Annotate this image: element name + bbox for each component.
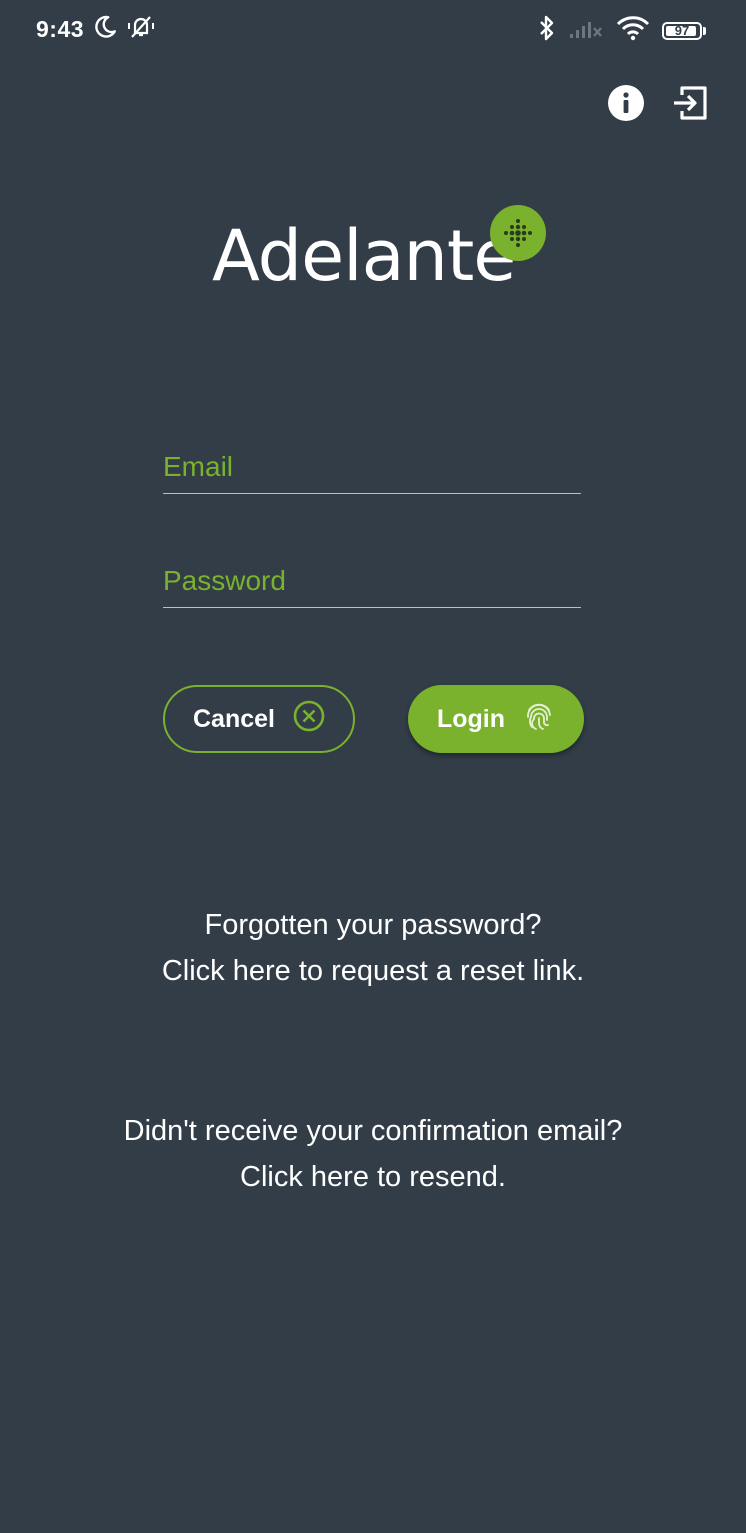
battery-level: 97	[674, 23, 690, 38]
login-button-label: Login	[436, 704, 506, 733]
reset-link[interactable]: Click here to request a reset link.	[0, 948, 746, 994]
status-right: 97	[538, 14, 706, 47]
battery-icon: 97	[662, 21, 706, 40]
fingerprint-icon	[523, 700, 555, 739]
email-field-container	[163, 443, 581, 494]
status-time: 9:43	[36, 16, 85, 42]
bell-off-icon	[126, 14, 156, 45]
logo-mark-icon	[490, 205, 546, 261]
status-left: 9:43	[36, 14, 156, 45]
signal-icon	[568, 17, 604, 44]
app-logo: Adelante	[212, 205, 552, 297]
forgot-password-question[interactable]: Forgotten your password?	[0, 902, 746, 948]
logo-text: Adelante	[212, 215, 516, 297]
top-actions	[606, 83, 710, 123]
forgot-password-block: Forgotten your password? Click here to r…	[0, 902, 746, 994]
close-circle-icon	[293, 700, 325, 739]
resend-question[interactable]: Didn't receive your confirmation email?	[0, 1108, 746, 1154]
resend-link[interactable]: Click here to resend.	[0, 1154, 746, 1200]
bluetooth-icon	[538, 14, 556, 47]
resend-confirmation-block: Didn't receive your confirmation email? …	[0, 1108, 746, 1200]
password-field-container	[163, 557, 581, 608]
email-field[interactable]	[163, 443, 581, 491]
info-icon[interactable]	[606, 83, 646, 123]
cancel-button[interactable]: Cancel	[163, 685, 355, 753]
wifi-icon	[616, 15, 650, 46]
status-bar: 9:43 97	[0, 0, 746, 62]
password-field[interactable]	[163, 557, 581, 605]
cancel-button-label: Cancel	[193, 704, 275, 733]
moon-icon	[92, 14, 118, 45]
login-arrow-icon[interactable]	[670, 83, 710, 123]
login-button[interactable]: Login	[408, 685, 584, 753]
